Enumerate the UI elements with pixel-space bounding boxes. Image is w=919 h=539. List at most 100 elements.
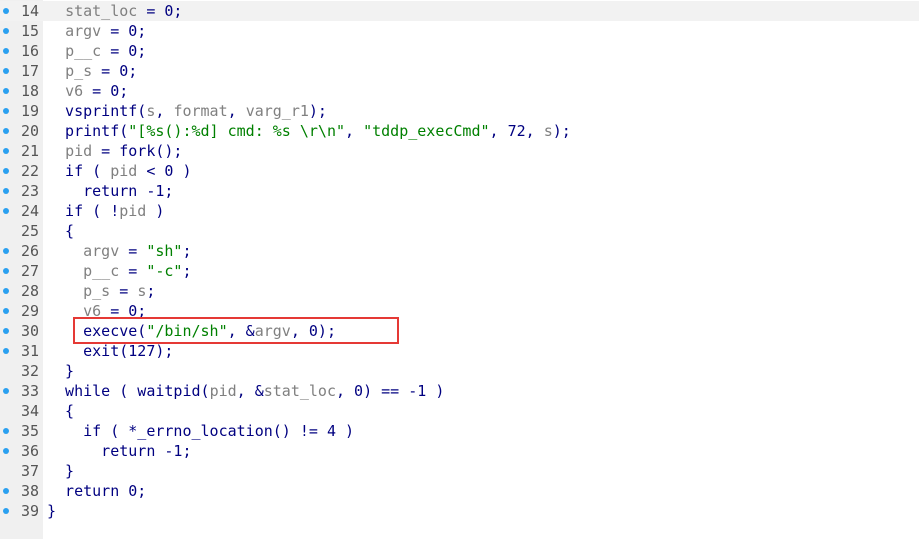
line-number: 26 — [20, 242, 39, 260]
code-token: ); — [552, 122, 571, 140]
code-line-14[interactable]: 14 stat_loc = 0; — [0, 1, 919, 21]
code-line-27[interactable]: 27 p__c = "-c"; — [0, 261, 919, 281]
code-token: ; — [182, 262, 192, 280]
line-number: 29 — [20, 302, 39, 320]
code-token: , 72, — [489, 122, 544, 140]
line-number: 38 — [20, 482, 39, 500]
string-token: "tddp_execCmd" — [363, 122, 490, 140]
identifier-token[interactable]: p__c — [83, 262, 119, 280]
code-text: } — [47, 461, 74, 481]
code-token: = — [119, 262, 147, 280]
code-token: if ( — [47, 162, 111, 180]
identifier-token[interactable]: pid — [65, 142, 92, 160]
code-line-17[interactable]: 17 p_s = 0; — [0, 61, 919, 81]
identifier-token[interactable]: v6 — [65, 82, 83, 100]
line-number: 23 — [20, 182, 39, 200]
code-token: = 0; — [83, 82, 129, 100]
code-text: argv = "sh"; — [47, 241, 192, 261]
code-line-36[interactable]: 36 return -1; — [0, 441, 919, 461]
identifier-token[interactable]: stat_loc — [65, 2, 137, 20]
code-line-20[interactable]: 20 printf("[%s():%d] cmd: %s \r\n", "tdd… — [0, 121, 919, 141]
identifier-token[interactable]: pid — [119, 202, 146, 220]
code-text: } — [47, 361, 74, 381]
code-line-31[interactable]: 31 exit(127); — [0, 341, 919, 361]
code-text: while ( waitpid(pid, &stat_loc, 0) == -1… — [47, 381, 444, 401]
code-token: { — [47, 402, 75, 420]
code-line-38[interactable]: 38 return 0; — [0, 481, 919, 501]
line-number: 33 — [20, 382, 39, 400]
code-line-25[interactable]: 25 { — [0, 221, 919, 241]
identifier-token[interactable]: stat_loc — [264, 382, 336, 400]
code-line-23[interactable]: 23 return -1; — [0, 181, 919, 201]
identifier-token[interactable]: p__c — [65, 42, 101, 60]
code-text: p__c = 0; — [47, 41, 146, 61]
code-line-22[interactable]: 22 if ( pid < 0 ) — [0, 161, 919, 181]
identifier-token[interactable]: argv — [83, 242, 119, 260]
identifier-token[interactable]: argv — [65, 22, 101, 40]
code-line-39[interactable]: 39} — [0, 501, 919, 521]
code-token: if ( *_errno_location() != 4 ) — [47, 422, 355, 440]
code-token: , — [227, 102, 246, 120]
code-line-26[interactable]: 26 argv = "sh"; — [0, 241, 919, 261]
code-line-19[interactable]: 19 vsprintf(s, format, varg_r1); — [0, 101, 919, 121]
code-text: exit(127); — [47, 341, 173, 361]
code-text: { — [47, 401, 74, 421]
code-text: if ( pid < 0 ) — [47, 161, 192, 181]
code-token: ) — [146, 202, 165, 220]
code-token: = — [110, 282, 138, 300]
identifier-token[interactable]: p_s — [83, 282, 110, 300]
line-number: 32 — [20, 362, 39, 380]
line-number: 30 — [20, 322, 39, 340]
code-token: while ( waitpid( — [47, 382, 210, 400]
code-line-33[interactable]: 33 while ( waitpid(pid, &stat_loc, 0) ==… — [0, 381, 919, 401]
identifier-token[interactable]: p_s — [65, 62, 92, 80]
code-area[interactable]: 14 stat_loc = 0; 15 argv = 0; 16 p__c = 0;… — [0, 1, 919, 521]
code-text: return -1; — [47, 441, 191, 461]
code-token: < 0 ) — [137, 162, 192, 180]
code-token: = 0; — [101, 42, 147, 60]
line-number: 19 — [20, 102, 39, 120]
code-line-18[interactable]: 18 v6 = 0; — [0, 81, 919, 101]
line-number: 24 — [20, 202, 39, 220]
string-token: "sh" — [146, 242, 183, 260]
code-token: = 0; — [92, 62, 138, 80]
line-number: 22 — [20, 162, 39, 180]
code-line-32[interactable]: 32 } — [0, 361, 919, 381]
code-line-16[interactable]: 16 p__c = 0; — [0, 41, 919, 61]
code-token: , — [345, 122, 364, 140]
identifier-token[interactable]: format — [173, 102, 227, 120]
code-token: if ( ! — [47, 202, 120, 220]
code-editor[interactable]: 14 stat_loc = 0; 15 argv = 0; 16 p__c = 0;… — [0, 0, 919, 539]
code-text: v6 = 0; — [47, 81, 128, 101]
code-token: ); — [308, 102, 327, 120]
code-line-24[interactable]: 24 if ( !pid ) — [0, 201, 919, 221]
code-text: } — [47, 501, 56, 521]
line-number: 37 — [20, 462, 39, 480]
code-line-34[interactable]: 34 { — [0, 401, 919, 421]
line-number: 16 — [20, 42, 39, 60]
identifier-token[interactable]: pid — [110, 162, 137, 180]
line-number: 14 — [20, 2, 39, 20]
code-line-15[interactable]: 15 argv = 0; — [0, 21, 919, 41]
line-number: 17 — [20, 62, 39, 80]
line-number: 36 — [20, 442, 39, 460]
code-line-28[interactable]: 28 p_s = s; — [0, 281, 919, 301]
code-token: } — [47, 462, 75, 480]
identifier-token[interactable]: varg_r1 — [246, 102, 309, 120]
highlight-box — [73, 317, 399, 344]
identifier-token[interactable]: pid — [210, 382, 237, 400]
code-line-37[interactable]: 37 } — [0, 461, 919, 481]
code-text: p__c = "-c"; — [47, 261, 192, 281]
code-line-21[interactable]: 21 pid = fork(); — [0, 141, 919, 161]
identifier-token[interactable]: s — [544, 122, 553, 140]
identifier-token[interactable]: s — [137, 282, 146, 300]
code-token: ; — [182, 242, 192, 260]
code-line-35[interactable]: 35 if ( *_errno_location() != 4 ) — [0, 421, 919, 441]
